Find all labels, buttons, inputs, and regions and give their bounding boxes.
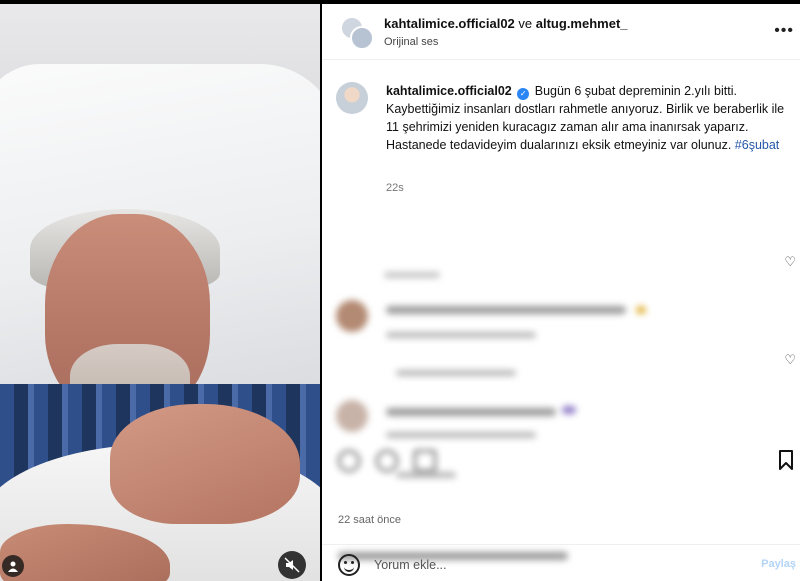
blurred-text: [386, 408, 556, 416]
emoji-icon[interactable]: [338, 554, 360, 576]
heart-icon[interactable]: ♡: [784, 254, 796, 270]
hashtag-link[interactable]: #6şubat: [735, 138, 779, 152]
blurred-text: [386, 306, 626, 314]
post-details-panel: kahtalimice.official02 ve altug.mehmet_ …: [322, 4, 800, 581]
coauthor-username[interactable]: altug.mehmet_: [536, 16, 628, 31]
post-actions: [322, 444, 800, 478]
hand: [110, 404, 300, 524]
comment-input[interactable]: [374, 554, 734, 576]
post-time: 22 saat önce: [338, 514, 401, 526]
blurred-emoji: [562, 406, 576, 414]
comment-icon[interactable]: [376, 450, 398, 472]
audio-label[interactable]: Orijinal ses: [384, 36, 438, 48]
heart-icon[interactable]: ♡: [784, 352, 796, 368]
instagram-post-window: kahtalimice.official02 ve altug.mehmet_ …: [0, 0, 800, 581]
caption-text: kahtalimice.official02 ✓ Bugün 6 şubat d…: [386, 82, 786, 154]
caption-username[interactable]: kahtalimice.official02: [386, 84, 512, 98]
avatar[interactable]: [350, 26, 374, 50]
muted-speaker-icon[interactable]: [278, 551, 306, 579]
blurred-text: [384, 272, 440, 278]
add-comment-bar: Paylaş: [322, 544, 800, 581]
caption-time: 22s: [386, 182, 404, 194]
user-tag-icon[interactable]: [2, 555, 24, 577]
verified-badge-icon: ✓: [517, 88, 530, 100]
avatar[interactable]: [336, 400, 368, 432]
post-comment-button[interactable]: Paylaş: [761, 558, 796, 570]
blurred-text: [396, 370, 516, 376]
avatar[interactable]: [336, 82, 368, 114]
author-joiner: ve: [518, 16, 533, 31]
blurred-text: [386, 432, 536, 438]
blurred-emoji: [636, 306, 646, 314]
blurred-text: [386, 332, 536, 338]
more-horizontal-icon[interactable]: •••: [774, 22, 794, 40]
bookmark-icon[interactable]: [778, 450, 794, 470]
avatar[interactable]: [336, 300, 368, 332]
post-header: kahtalimice.official02 ve altug.mehmet_ …: [322, 4, 800, 60]
share-icon[interactable]: [414, 450, 436, 472]
author-username[interactable]: kahtalimice.official02: [384, 16, 515, 31]
post-authors: kahtalimice.official02 ve altug.mehmet_: [384, 16, 628, 31]
post-video[interactable]: [0, 4, 320, 581]
heart-icon[interactable]: [338, 450, 360, 472]
